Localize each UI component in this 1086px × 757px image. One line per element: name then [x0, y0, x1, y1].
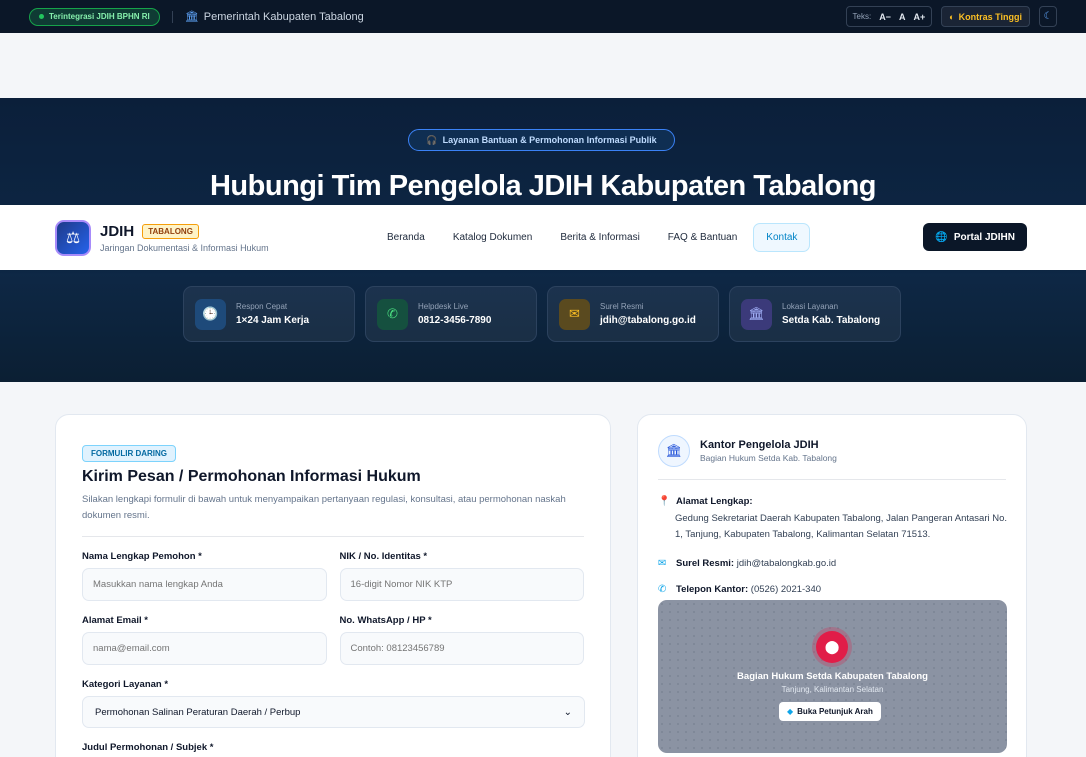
status-dot-icon [39, 14, 44, 19]
clock-icon: 🕒 [195, 298, 226, 330]
form-chip: FORMULIR DARING [82, 445, 176, 462]
info-card-lokasi: 🏛 Lokasi Layanan Setda Kab. Tabalong [729, 286, 901, 342]
card-value: 0812-3456-7890 [418, 315, 492, 326]
envelope-icon: ✉ [658, 558, 667, 569]
nav-item-faq[interactable]: FAQ & Bantuan [656, 224, 750, 251]
directions-icon: ◆ [787, 707, 794, 716]
text-smaller-button[interactable]: A− [879, 12, 891, 22]
text-size-label: Teks: [852, 12, 872, 21]
kategori-select-value: Permohonan Salinan Peraturan Daerah / Pe… [95, 706, 301, 718]
map-title: Bagian Hukum Setda Kabupaten Tabalong [737, 671, 928, 682]
map-pin-icon: ⬤ [816, 631, 848, 663]
office-email-row: ✉ Surel Resmi: jdih@tabalongkab.go.id [658, 558, 1006, 569]
nama-label: Nama Lengkap Pemohon * [82, 551, 202, 562]
nav-menu: Beranda Katalog Dokumen Berita & Informa… [375, 223, 811, 252]
form-title: Kirim Pesan / Permohonan Informasi Hukum [82, 468, 421, 485]
office-panel: 🏛 Kantor Pengelola JDIH Bagian Hukum Set… [637, 414, 1027, 757]
main-navigation: ⚖ JDIH TABALONG Jaringan Dokumentasi & I… [0, 205, 1086, 270]
globe-icon: 🌐 [935, 231, 948, 243]
divider [171, 10, 173, 23]
office-title: Kantor Pengelola JDIH [700, 439, 819, 451]
portal-jdihn-button[interactable]: 🌐 Portal JDIHN [923, 223, 1027, 251]
phone-label: Telepon Kantor: [676, 584, 749, 595]
page-title: Hubungi Tim Pengelola JDIH Kabupaten Tab… [209, 170, 877, 202]
office-address-row: 📍 Alamat Lengkap: [658, 496, 1006, 507]
government-label-text: Pemerintah Kabupaten Tabalong [203, 10, 364, 23]
info-card-surel[interactable]: ✉ Surel Resmi jdih@tabalong.go.id [547, 286, 719, 342]
building-icon: 🏛 [184, 11, 199, 23]
info-card-helpdesk[interactable]: ✆ Helpdesk Live 0812-3456-7890 [365, 286, 537, 342]
hero-pill: 🎧 Layanan Bantuan & Permohonan Informasi… [408, 129, 675, 151]
top-utility-bar: Terintegrasi JDIH BPHN RI 🏛 Pemerintah K… [0, 0, 1086, 33]
blank-band [0, 33, 1086, 98]
building-icon: 🏛 [741, 298, 772, 330]
kategori-select[interactable]: Permohonan Salinan Peraturan Daerah / Pe… [82, 696, 585, 728]
email-value[interactable]: jdih@tabalongkab.go.id [737, 558, 836, 569]
text-normal-button[interactable]: A [899, 12, 906, 22]
map-pin-icon: 📍 [658, 496, 671, 507]
government-label: 🏛 Pemerintah Kabupaten Tabalong [184, 10, 364, 24]
phone-value[interactable]: (0526) 2021-340 [751, 584, 821, 595]
card-label: Respon Cepat [236, 302, 288, 311]
address-label: Alamat Lengkap: [676, 496, 753, 507]
high-contrast-button[interactable]: ◐ Kontras Tinggi [941, 6, 1030, 27]
building-icon: 🏛 [658, 435, 690, 467]
info-cards: 🕒 Respon Cepat 1×24 Jam Kerja ✆ Helpdesk… [183, 286, 901, 342]
nik-input[interactable] [339, 568, 584, 601]
nav-item-beranda[interactable]: Beranda [375, 224, 437, 251]
nav-item-katalog[interactable]: Katalog Dokumen [441, 224, 545, 251]
envelope-icon: ✉ [559, 298, 590, 330]
integration-badge-label: Terintegrasi JDIH BPHN RI [49, 12, 150, 21]
form-description: Silakan lengkapi formulir di bawah untuk… [82, 494, 566, 521]
text-size-controls: Teks: A− A A+ [845, 6, 933, 27]
whatsapp-input[interactable] [339, 632, 584, 665]
integration-badge: Terintegrasi JDIH BPHN RI [29, 7, 160, 26]
info-card-respon: 🕒 Respon Cepat 1×24 Jam Kerja [183, 286, 355, 342]
email-input[interactable] [82, 632, 327, 665]
scales-icon[interactable]: ⚖ [55, 219, 91, 256]
address-text: Gedung Sekretariat Daerah Kabupaten Taba… [675, 513, 1008, 540]
directions-label: Buka Petunjuk Arah [797, 707, 873, 716]
map-subtitle: Tanjung, Kalimantan Selatan [781, 685, 884, 694]
location-map[interactable]: ⬤ Bagian Hukum Setda Kabupaten Tabalong … [658, 600, 1007, 753]
dark-mode-button[interactable]: ☾ [1039, 6, 1057, 27]
text-larger-button[interactable]: A+ [913, 12, 925, 22]
nik-label: NIK / No. Identitas * [339, 551, 428, 562]
email-label: Surel Resmi: [676, 558, 735, 569]
judul-label: Judul Permohonan / Subjek * [82, 742, 214, 753]
card-label: Helpdesk Live [418, 302, 469, 311]
brand-subtitle: Jaringan Dokumentasi & Informasi Hukum [100, 242, 269, 253]
hero-pill-label: Layanan Bantuan & Permohonan Informasi P… [442, 135, 657, 145]
headset-icon: 🎧 [426, 134, 438, 145]
card-label: Lokasi Layanan [782, 302, 839, 311]
whatsapp-label: No. WhatsApp / HP * [339, 615, 432, 626]
accessibility-controls: Teks: A− A A+ ◐ Kontras Tinggi ☾ [845, 6, 1057, 27]
contrast-icon: ◐ [949, 11, 955, 22]
high-contrast-label: Kontras Tinggi [958, 11, 1022, 22]
chevron-down-icon: ⌄ [563, 706, 572, 718]
kategori-label: Kategori Layanan * [82, 679, 169, 690]
directions-button[interactable]: ◆ Buka Petunjuk Arah [779, 702, 881, 721]
brand-name: JDIH [100, 222, 135, 240]
office-subtitle: Bagian Hukum Setda Kab. Tabalong [700, 453, 837, 463]
office-phone-row: ✆ Telepon Kantor: (0526) 2021-340 [658, 584, 1006, 595]
brand[interactable]: JDIH TABALONG Jaringan Dokumentasi & Inf… [100, 223, 269, 253]
email-label: Alamat Email * [82, 615, 148, 626]
nav-item-berita[interactable]: Berita & Informasi [548, 224, 651, 251]
card-label: Surel Resmi [600, 302, 644, 311]
nama-input[interactable] [82, 568, 327, 601]
office-header: 🏛 Kantor Pengelola JDIH Bagian Hukum Set… [658, 435, 1006, 480]
portal-jdihn-label: Portal JDIHN [953, 231, 1015, 243]
card-value: 1×24 Jam Kerja [236, 315, 310, 326]
whatsapp-icon: ✆ [377, 298, 408, 330]
card-value: Setda Kab. Tabalong [782, 315, 881, 326]
nav-item-kontak[interactable]: Kontak [753, 223, 811, 252]
brand-tag: TABALONG [142, 223, 199, 239]
contact-form-panel: FORMULIR DARING Kirim Pesan / Permohonan… [55, 414, 611, 757]
card-value: jdih@tabalong.go.id [600, 315, 696, 326]
phone-icon: ✆ [658, 584, 667, 595]
moon-icon: ☾ [1043, 11, 1053, 22]
